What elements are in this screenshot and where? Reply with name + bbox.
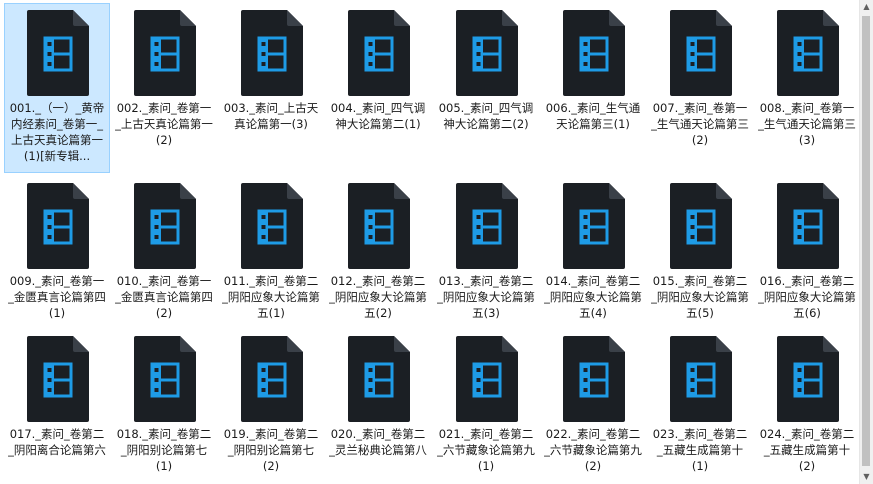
file-item[interactable]: 002._素问_卷第一_上古天真论篇第一(2)	[112, 4, 216, 148]
file-item[interactable]: 019._素问_卷第二_阴阳别论篇第七(2)	[219, 330, 323, 474]
file-item[interactable]: 011._素问_卷第二_阴阳应象大论篇第五(1)	[219, 177, 323, 321]
file-name-label: 003._素问_上古天真论篇第一(3)	[223, 101, 319, 131]
file-name-label: 019._素问_卷第二_阴阳别论篇第七(2)	[223, 427, 319, 473]
scroll-down-arrow[interactable]: ▼	[860, 470, 873, 484]
file-item[interactable]: 004._素问_四气调神大论篇第二(1)	[326, 4, 430, 132]
file-item[interactable]: 010._素问_卷第一_金匮真言论篇第四(2)	[112, 177, 216, 321]
file-name-label: 017._素问_卷第二_阴阳离合论篇第六	[8, 427, 106, 457]
video-file-icon	[130, 181, 198, 271]
vertical-scrollbar[interactable]: ▲ ▼	[859, 0, 873, 484]
file-grid: 001._（一）_黄帝内经素问_卷第一_上古天真论篇第一(1)[新专辑... 00…	[0, 0, 860, 484]
video-file-icon	[666, 8, 734, 98]
video-file-icon	[344, 8, 412, 98]
file-name-label: 016._素问_卷第二_阴阳应象大论篇第五(6)	[758, 274, 856, 320]
file-item[interactable]: 018._素问_卷第二_阴阳别论篇第七(1)	[112, 330, 216, 474]
file-item[interactable]: 001._（一）_黄帝内经素问_卷第一_上古天真论篇第一(1)[新专辑...	[4, 3, 110, 173]
file-name-label: 002._素问_卷第一_上古天真论篇第一(2)	[115, 101, 213, 147]
video-file-icon	[559, 181, 627, 271]
file-name-label: 004._素问_四气调神大论篇第二(1)	[330, 101, 426, 131]
file-name-label: 005._素问_四气调神大论篇第二(2)	[438, 101, 534, 131]
file-name-label: 008._素问_卷第一_生气通天论篇第三(3)	[758, 101, 856, 147]
file-name-label: 013._素问_卷第二_阴阳应象大论篇第五(3)	[437, 274, 535, 320]
video-file-icon	[344, 334, 412, 424]
file-name-label: 006._素问_生气通天论篇第三(1)	[545, 101, 641, 131]
video-file-icon	[23, 334, 91, 424]
file-item[interactable]: 021._素问_卷第二_六节藏象论篇第九(1)	[434, 330, 538, 474]
file-name-label: 009._素问_卷第一_金匮真言论篇第四(1)	[8, 274, 106, 320]
file-name-label: 012._素问_卷第二_阴阳应象大论篇第五(2)	[329, 274, 427, 320]
file-item[interactable]: 023._素问_卷第二_五藏生成篇第十(1)	[648, 330, 752, 474]
scroll-thumb[interactable]	[862, 16, 870, 466]
video-file-icon	[130, 8, 198, 98]
video-file-icon	[23, 181, 91, 271]
file-item[interactable]: 003._素问_上古天真论篇第一(3)	[219, 4, 323, 132]
file-name-label: 015._素问_卷第二_阴阳应象大论篇第五(5)	[651, 274, 749, 320]
file-item[interactable]: 016._素问_卷第二_阴阳应象大论篇第五(6)	[755, 177, 859, 321]
file-explorer-view: 001._（一）_黄帝内经素问_卷第一_上古天真论篇第一(1)[新专辑... 00…	[0, 0, 873, 484]
file-name-label: 020._素问_卷第二_灵兰秘典论篇第八	[329, 427, 427, 457]
scroll-up-arrow[interactable]: ▲	[860, 0, 873, 14]
video-file-icon	[452, 8, 520, 98]
file-item[interactable]: 008._素问_卷第一_生气通天论篇第三(3)	[755, 4, 859, 148]
file-name-label: 007._素问_卷第一_生气通天论篇第三(2)	[651, 101, 749, 147]
video-file-icon	[773, 181, 841, 271]
video-file-icon	[559, 334, 627, 424]
file-item[interactable]: 013._素问_卷第二_阴阳应象大论篇第五(3)	[434, 177, 538, 321]
file-item[interactable]: 005._素问_四气调神大论篇第二(2)	[434, 4, 538, 132]
file-name-label: 022._素问_卷第二_六节藏象论篇第九(2)	[544, 427, 642, 473]
file-item[interactable]: 012._素问_卷第二_阴阳应象大论篇第五(2)	[326, 177, 430, 321]
file-item[interactable]: 022._素问_卷第二_六节藏象论篇第九(2)	[541, 330, 645, 474]
video-file-icon	[130, 334, 198, 424]
file-name-label: 024._素问_卷第二_五藏生成篇第十(2)	[759, 427, 855, 473]
file-name-label: 001._（一）_黄帝内经素问_卷第一_上古天真论篇第一(1)[新专辑...	[9, 101, 105, 163]
video-file-icon	[23, 8, 91, 98]
file-item[interactable]: 009._素问_卷第一_金匮真言论篇第四(1)	[5, 177, 109, 321]
video-file-icon	[344, 181, 412, 271]
video-file-icon	[452, 181, 520, 271]
file-item[interactable]: 017._素问_卷第二_阴阳离合论篇第六	[5, 330, 109, 458]
video-file-icon	[559, 8, 627, 98]
file-name-label: 021._素问_卷第二_六节藏象论篇第九(1)	[437, 427, 535, 473]
file-item[interactable]: 024._素问_卷第二_五藏生成篇第十(2)	[755, 330, 859, 474]
file-name-label: 010._素问_卷第一_金匮真言论篇第四(2)	[115, 274, 213, 320]
video-file-icon	[237, 334, 305, 424]
file-item[interactable]: 007._素问_卷第一_生气通天论篇第三(2)	[648, 4, 752, 148]
video-file-icon	[773, 334, 841, 424]
file-item[interactable]: 014._素问_卷第二_阴阳应象大论篇第五(4)	[541, 177, 645, 321]
file-item[interactable]: 020._素问_卷第二_灵兰秘典论篇第八	[326, 330, 430, 458]
video-file-icon	[666, 181, 734, 271]
file-name-label: 014._素问_卷第二_阴阳应象大论篇第五(4)	[544, 274, 642, 320]
file-item[interactable]: 015._素问_卷第二_阴阳应象大论篇第五(5)	[648, 177, 752, 321]
video-file-icon	[237, 181, 305, 271]
file-item[interactable]: 006._素问_生气通天论篇第三(1)	[541, 4, 645, 132]
file-name-label: 011._素问_卷第二_阴阳应象大论篇第五(1)	[222, 274, 320, 320]
file-name-label: 023._素问_卷第二_五藏生成篇第十(1)	[652, 427, 748, 473]
video-file-icon	[666, 334, 734, 424]
file-name-label: 018._素问_卷第二_阴阳别论篇第七(1)	[116, 427, 212, 473]
video-file-icon	[773, 8, 841, 98]
video-file-icon	[452, 334, 520, 424]
video-file-icon	[237, 8, 305, 98]
